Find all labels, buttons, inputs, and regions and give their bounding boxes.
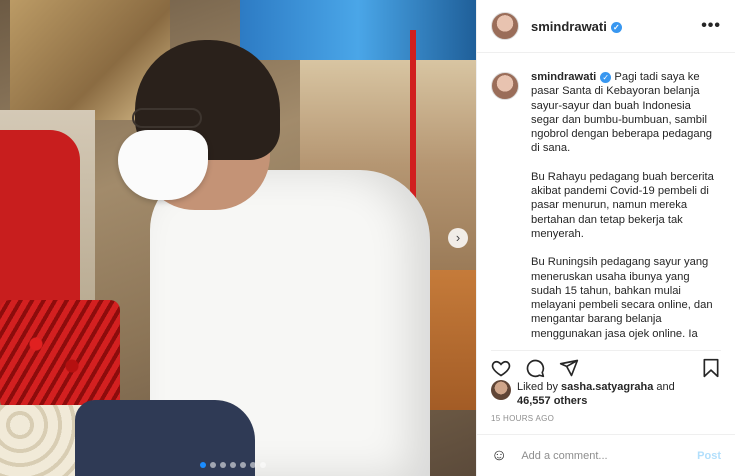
comment-icon[interactable] (525, 358, 545, 378)
post-button[interactable]: Post (697, 450, 721, 462)
comment-bar: ☺ Post (477, 434, 735, 476)
likes-prefix: Liked by (517, 381, 562, 393)
heart-icon[interactable] (491, 358, 511, 378)
face-mask (118, 130, 208, 200)
carousel-next-icon[interactable]: › (448, 228, 468, 248)
likes-summary: Liked by sasha.satyagraha and 46,557 oth… (491, 380, 725, 408)
carousel-dot (230, 462, 236, 468)
caption-avatar[interactable] (491, 72, 519, 100)
post-side-panel: smindrawati ✓ ••• smindrawati ✓ Pagi tadi … (476, 0, 735, 476)
caption-paragraph-1: Pagi tadi saya ke pasar Santa di Kebayor… (531, 71, 713, 155)
vendor-figure (0, 130, 80, 320)
more-options-icon[interactable]: ••• (701, 17, 721, 35)
verified-badge-icon: ✓ (610, 21, 622, 33)
liker-avatar[interactable] (491, 380, 511, 400)
carousel-dot (240, 462, 246, 468)
post-actions (491, 350, 721, 378)
post-media[interactable]: › (0, 0, 476, 476)
chili-pile (0, 300, 120, 410)
caption-username-link[interactable]: smindrawati (531, 71, 596, 83)
post-header: smindrawati ✓ ••• (477, 0, 735, 53)
likes-text: Liked by sasha.satyagraha and 46,557 oth… (517, 380, 675, 408)
username-text[interactable]: smindrawati (531, 19, 607, 34)
avatar[interactable] (491, 12, 519, 40)
carousel-dot (250, 462, 256, 468)
bookmark-icon[interactable] (701, 358, 721, 378)
carousel-dot (200, 462, 206, 468)
caption-area[interactable]: smindrawati ✓ Pagi tadi saya ke pasar San… (477, 54, 735, 344)
person-glasses (132, 108, 202, 128)
comment-input[interactable] (521, 449, 698, 462)
likes-joiner: and (653, 381, 675, 393)
caption-paragraph-2: Bu Rahayu pedagang buah bercerita akibat… (531, 170, 714, 240)
carousel-dots (200, 462, 266, 468)
likes-others-link[interactable]: 46,557 others (517, 395, 587, 407)
carousel-dot (220, 462, 226, 468)
emoji-icon[interactable]: ☺ (491, 447, 507, 465)
caption-paragraph: smindrawati ✓ Pagi tadi saya ke pasar San… (531, 70, 721, 156)
blue-tarp-background (240, 0, 476, 60)
liker-username-link[interactable]: sasha.satyagraha (561, 381, 653, 393)
caption-paragraph-3: Bu Runingsih pedagang sayur yang menerus… (531, 256, 713, 340)
caption-text: smindrawati ✓ Pagi tadi saya ke pasar San… (531, 70, 721, 344)
caption-verified-icon: ✓ (600, 71, 612, 83)
carousel-dot (210, 462, 216, 468)
username-link[interactable]: smindrawati ✓ (531, 19, 622, 34)
carousel-dot (260, 462, 266, 468)
post-timestamp[interactable]: 15 HOURS AGO (491, 414, 554, 423)
share-icon[interactable] (559, 358, 579, 378)
